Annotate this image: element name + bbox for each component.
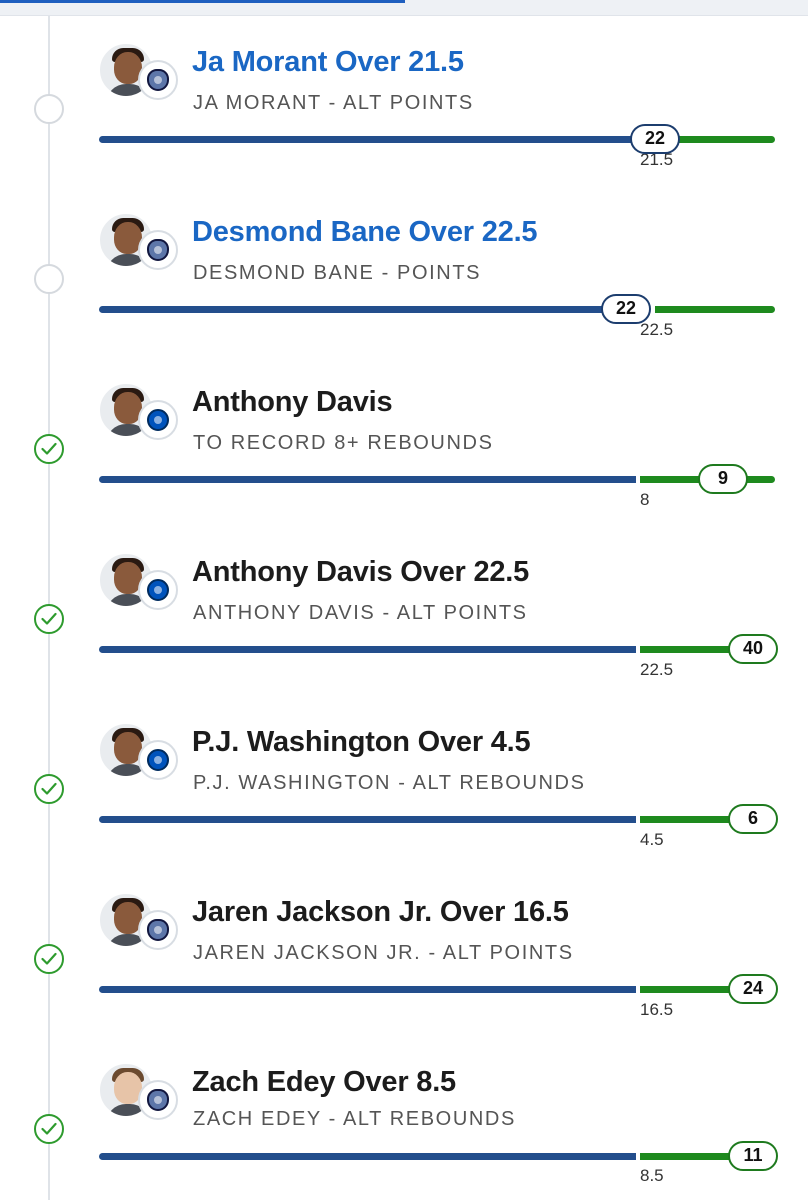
check-circle-icon [34, 604, 64, 634]
mavericks-logo-icon [138, 570, 178, 610]
progress-bar-filled [99, 306, 626, 313]
grizzlies-logo-icon [138, 60, 178, 100]
player-avatar-group [98, 552, 180, 614]
actual-value-pill: 6 [728, 804, 778, 834]
progress-bar-exceeded [640, 646, 740, 653]
active-tab-indicator [0, 0, 405, 3]
progress-bar-filled [99, 476, 636, 483]
actual-value-pill: 40 [728, 634, 778, 664]
player-avatar-group [98, 1062, 180, 1124]
parlay-leg[interactable]: Desmond Bane Over 22.5 DESMOND BANE - PO… [0, 204, 808, 374]
progress-bar-filled [99, 136, 655, 143]
progress-bar-target [655, 306, 775, 313]
actual-value-pill: 11 [728, 1141, 778, 1171]
actual-value-pill: 9 [698, 464, 748, 494]
line-value: 8 [640, 490, 650, 509]
player-avatar-group [98, 42, 180, 104]
leg-title[interactable]: Anthony Davis Over 22.5 [192, 556, 529, 589]
progress-bar-filled [99, 1153, 636, 1160]
parlay-leg[interactable]: Anthony Davis TO RECORD 8+ REBOUNDS 8 9 [0, 374, 808, 544]
progress-bar-filled [99, 816, 636, 823]
parlay-leg[interactable]: Anthony Davis Over 22.5 ANTHONY DAVIS - … [0, 544, 808, 714]
leg-subtitle: ANTHONY DAVIS - ALT POINTS [193, 602, 528, 624]
check-circle-icon [34, 944, 64, 974]
leg-title[interactable]: P.J. Washington Over 4.5 [192, 726, 531, 759]
progress-bar-exceeded [640, 986, 740, 993]
line-value: 16.5 [640, 1000, 674, 1019]
progress-bar-exceeded [640, 1153, 740, 1160]
leg-subtitle: DESMOND BANE - POINTS [193, 262, 482, 284]
leg-subtitle: JA MORANT - ALT POINTS [193, 92, 474, 114]
grizzlies-logo-icon [138, 1080, 178, 1120]
parlay-leg[interactable]: Jaren Jackson Jr. Over 16.5 JAREN JACKSO… [0, 884, 808, 1054]
actual-value-pill: 22 [630, 124, 680, 154]
leg-subtitle: JAREN JACKSON JR. - ALT POINTS [193, 942, 574, 964]
line-value: 22.5 [640, 660, 674, 679]
leg-subtitle: P.J. WASHINGTON - ALT REBOUNDS [193, 772, 586, 794]
progress-bar-filled [99, 646, 636, 653]
empty-circle-icon [34, 94, 64, 124]
leg-subtitle: TO RECORD 8+ REBOUNDS [193, 432, 494, 454]
actual-value-pill: 24 [728, 974, 778, 1004]
progress-bar-exceeded [640, 816, 740, 823]
top-tab-bar [0, 0, 808, 16]
mavericks-logo-icon [138, 400, 178, 440]
player-avatar-group [98, 892, 180, 954]
line-value: 4.5 [640, 830, 664, 849]
parlay-leg[interactable]: Zach Edey Over 8.5 ZACH EDEY - ALT REBOU… [0, 1054, 808, 1200]
leg-title[interactable]: Ja Morant Over 21.5 [192, 46, 464, 79]
check-circle-icon [34, 434, 64, 464]
leg-title[interactable]: Anthony Davis [192, 386, 393, 419]
mavericks-logo-icon [138, 740, 178, 780]
parlay-leg[interactable]: P.J. Washington Over 4.5 P.J. WASHINGTON… [0, 714, 808, 884]
grizzlies-logo-icon [138, 910, 178, 950]
leg-title[interactable]: Jaren Jackson Jr. Over 16.5 [192, 896, 569, 929]
check-circle-icon [34, 774, 64, 804]
leg-title[interactable]: Desmond Bane Over 22.5 [192, 216, 538, 249]
check-circle-icon [34, 1114, 64, 1144]
grizzlies-logo-icon [138, 230, 178, 270]
leg-title[interactable]: Zach Edey Over 8.5 [192, 1066, 456, 1099]
line-value: 8.5 [640, 1166, 664, 1185]
leg-subtitle: ZACH EDEY - ALT REBOUNDS [193, 1108, 516, 1130]
empty-circle-icon [34, 264, 64, 294]
progress-bar-filled [99, 986, 636, 993]
parlay-leg[interactable]: Ja Morant Over 21.5 JA MORANT - ALT POIN… [0, 34, 808, 204]
player-avatar-group [98, 382, 180, 444]
line-value: 22.5 [640, 320, 674, 339]
actual-value-pill: 22 [601, 294, 651, 324]
player-avatar-group [98, 722, 180, 784]
player-avatar-group [98, 212, 180, 274]
